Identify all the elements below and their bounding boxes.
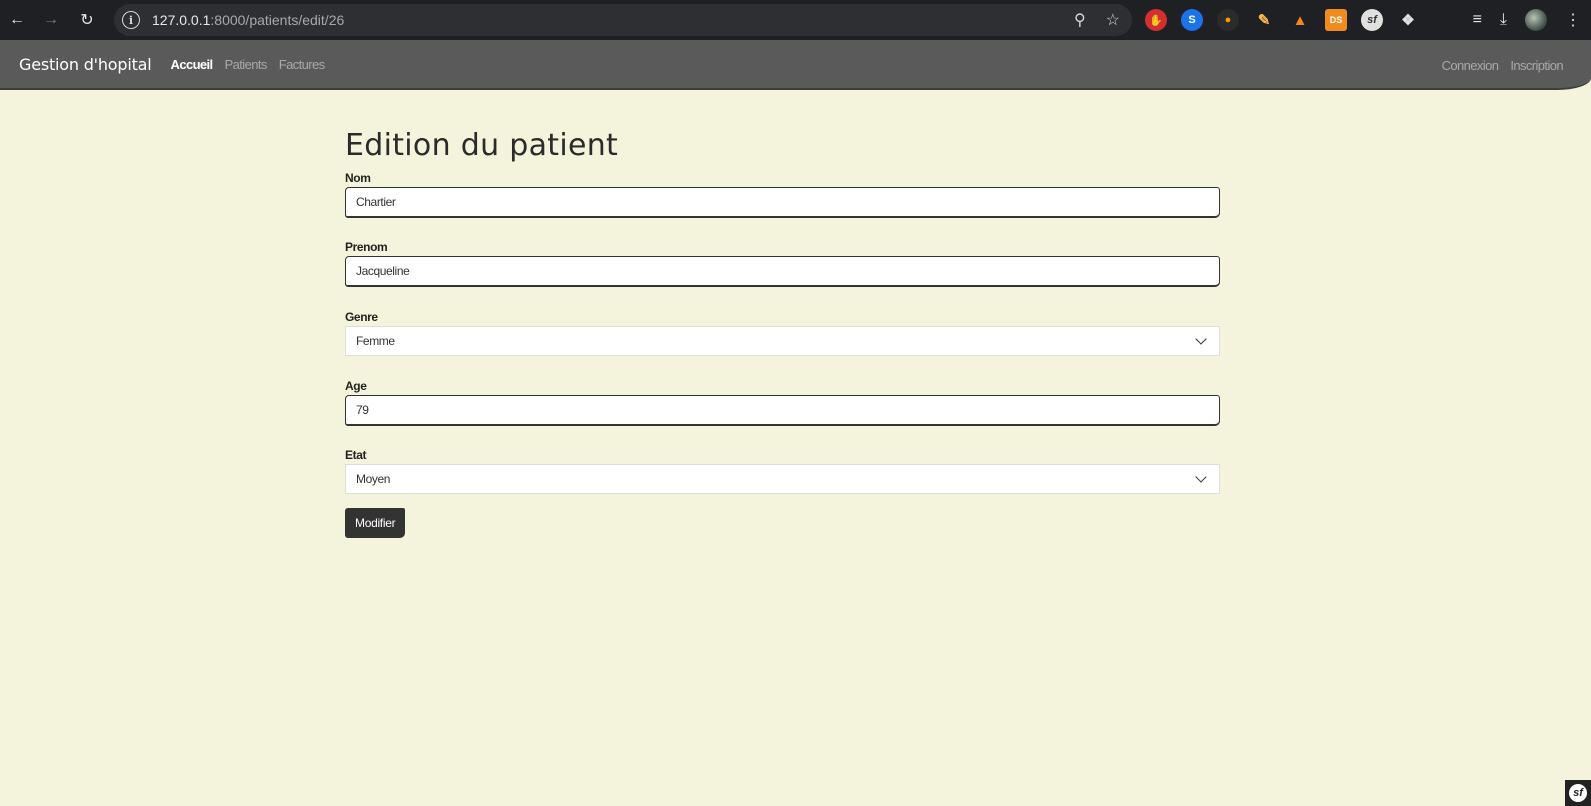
brand-link[interactable]: Gestion d'hopital	[19, 55, 152, 74]
firebase-icon[interactable]: ●	[1217, 9, 1239, 31]
zoom-icon[interactable]: ⚲	[1074, 10, 1086, 30]
app-navbar: Gestion d'hopital Accueil Patients Factu…	[0, 40, 1591, 90]
url-host: 127.0.0.1	[152, 12, 211, 28]
url-text[interactable]: 127.0.0.1:8000/patients/edit/26	[152, 12, 344, 28]
nav-links: Accueil Patients Factures	[171, 57, 326, 72]
age-input[interactable]	[345, 395, 1220, 426]
prenom-label: Prenom	[345, 240, 388, 254]
adblock-icon[interactable]: ✋	[1145, 9, 1167, 31]
metamask-icon[interactable]: ▲	[1289, 9, 1311, 31]
auth-links: Connexion Inscription	[1442, 40, 1564, 90]
browser-toolbar: ← → ↻ i 127.0.0.1:8000/patients/edit/26 …	[0, 0, 1591, 40]
age-label: Age	[345, 379, 367, 393]
profile-avatar[interactable]	[1525, 9, 1547, 31]
address-bar[interactable]: i 127.0.0.1:8000/patients/edit/26 ⚲ ☆	[114, 4, 1132, 36]
menu-kebab-icon[interactable]: ⋮	[1565, 10, 1581, 30]
symfony-icon[interactable]: sf	[1361, 9, 1383, 31]
reading-list-icon[interactable]: ≡	[1473, 11, 1482, 29]
prenom-input[interactable]	[345, 256, 1220, 287]
site-info-icon[interactable]: i	[122, 11, 140, 29]
genre-label: Genre	[345, 310, 378, 324]
nav-link-patients[interactable]: Patients	[225, 57, 268, 72]
etat-select[interactable]: Moyen	[345, 464, 1220, 494]
symfony-toolbar-toggle[interactable]: sf	[1565, 780, 1591, 806]
symfony-icon: sf	[1569, 784, 1587, 802]
pen-icon[interactable]: ✎	[1253, 9, 1275, 31]
modifier-button[interactable]: Modifier	[345, 508, 406, 538]
etat-label: Etat	[345, 448, 367, 462]
extensions-bar: ✋ S ● ✎ ▲ DS sf ❖	[1145, 0, 1419, 40]
forward-icon[interactable]: →	[34, 0, 68, 40]
etat-selected-value: Moyen	[356, 472, 391, 486]
extensions-puzzle-icon[interactable]: ❖	[1397, 9, 1419, 31]
nom-label: Nom	[345, 171, 371, 185]
nom-input[interactable]	[345, 187, 1220, 218]
genre-select[interactable]: Femme	[345, 326, 1220, 356]
bookmark-star-icon[interactable]: ☆	[1106, 10, 1120, 30]
ds-icon[interactable]: DS	[1325, 9, 1347, 31]
patient-edit-form: Edition du patient Nom Prenom Genre Femm…	[345, 128, 1220, 538]
nav-link-accueil[interactable]: Accueil	[171, 57, 214, 72]
nav-link-factures[interactable]: Factures	[279, 57, 325, 72]
back-icon[interactable]: ←	[0, 0, 34, 40]
page-title: Edition du patient	[345, 128, 619, 163]
genre-selected-value: Femme	[356, 334, 395, 348]
nav-link-connexion[interactable]: Connexion	[1442, 58, 1499, 73]
nav-link-inscription[interactable]: Inscription	[1510, 58, 1563, 73]
chevron-down-icon	[1195, 471, 1207, 483]
chevron-down-icon	[1195, 333, 1207, 345]
browser-right-controls: ≡ ⤓ ⋮	[1473, 0, 1581, 40]
shazam-icon[interactable]: S	[1181, 9, 1203, 31]
download-icon[interactable]: ⤓	[1500, 11, 1507, 29]
url-path: :8000/patients/edit/26	[210, 12, 345, 28]
reload-icon[interactable]: ↻	[70, 0, 104, 40]
